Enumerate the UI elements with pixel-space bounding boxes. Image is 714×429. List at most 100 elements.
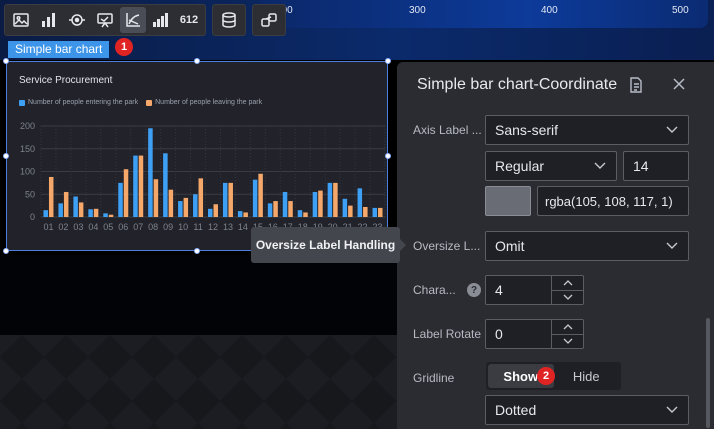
image-icon[interactable]	[8, 7, 34, 33]
y-tick-label: 0	[30, 212, 35, 222]
oversize-label: Oversize L...	[413, 239, 481, 253]
oversize-tooltip: Oversize Label Handling	[251, 227, 406, 263]
resize-handle-top[interactable]	[194, 58, 200, 64]
axis-chart-icon[interactable]	[120, 7, 146, 33]
bar-leaving	[63, 191, 69, 217]
x-tick-label: 09	[163, 222, 173, 232]
chevron-down-icon[interactable]	[552, 333, 583, 349]
legend-label-entering: Number of people entering the park	[28, 99, 139, 106]
bar-leaving	[273, 201, 278, 217]
help-icon[interactable]: ?	[467, 283, 481, 297]
bar-leaving	[243, 212, 248, 217]
label-rotate-stepper-arrows	[551, 320, 583, 348]
chevron-down-icon	[666, 126, 678, 133]
bar-entering	[357, 188, 363, 217]
chevron-up-icon[interactable]	[552, 320, 583, 334]
chevron-down-icon	[594, 162, 606, 169]
label-rotate-stepper[interactable]: 0	[485, 319, 584, 349]
document-icon[interactable]	[627, 76, 645, 94]
bar-entering	[297, 210, 303, 217]
y-tick-label: 100	[20, 167, 35, 177]
resize-handle-right[interactable]	[385, 153, 391, 159]
bar-entering	[252, 179, 258, 217]
x-tick-label: 14	[238, 222, 248, 232]
bar-entering	[58, 203, 63, 217]
legend-swatch-leaving	[146, 99, 153, 106]
font-size-input[interactable]: 14	[623, 151, 689, 181]
number-widget-label: 612	[179, 14, 199, 26]
resize-handle-left[interactable]	[3, 153, 9, 159]
axis-label-font-label: Axis Label ...	[413, 123, 482, 137]
screen-icon[interactable]	[92, 7, 118, 33]
chevron-up-icon[interactable]	[552, 276, 583, 290]
bar-entering	[148, 128, 153, 217]
bar-entering	[342, 198, 348, 217]
oversize-value: Omit	[495, 238, 525, 254]
toolbar-chart-group: 612	[4, 4, 206, 36]
resize-handle-top-right[interactable]	[385, 58, 391, 64]
font-family-select[interactable]: Sans-serif	[485, 115, 689, 145]
bar-entering	[133, 155, 138, 217]
number-widget-icon[interactable]: 612	[176, 7, 202, 33]
close-icon[interactable]	[671, 76, 687, 92]
bar-leaving	[258, 173, 263, 217]
bar-entering	[237, 211, 243, 217]
bar-entering	[327, 182, 333, 217]
component-toolbar: 612	[4, 4, 286, 36]
x-tick-label: 04	[88, 222, 98, 232]
x-tick-label: 10	[178, 222, 188, 232]
bar-entering	[118, 182, 123, 217]
bar-entering	[178, 201, 183, 217]
bar-entering	[208, 208, 213, 217]
target-icon[interactable]	[64, 7, 90, 33]
resize-handle-top-left[interactable]	[3, 58, 9, 64]
x-tick-label: 13	[223, 222, 233, 232]
panel-scrollbar[interactable]	[706, 318, 710, 428]
font-family-value: Sans-serif	[495, 122, 559, 138]
characters-stepper[interactable]: 4	[485, 275, 584, 305]
bar-leaving	[198, 178, 204, 217]
gridline-hide-option[interactable]: Hide	[554, 364, 620, 388]
stats-icon[interactable]	[148, 7, 174, 33]
legend-label-leaving: Number of people leaving the park	[155, 99, 263, 106]
characters-stepper-arrows	[551, 276, 583, 304]
label-rotate-label: Label Rotate	[413, 327, 482, 341]
canvas-axis-tick: 500	[672, 5, 689, 16]
label-rotate-value: 0	[495, 326, 503, 342]
bar-entering	[372, 207, 378, 217]
canvas-dark-area	[0, 255, 400, 335]
share-icon[interactable]	[256, 7, 282, 33]
panel-title: Simple bar chart-Coordinate	[417, 76, 618, 93]
bar-leaving	[348, 205, 353, 217]
bar-leaving	[378, 207, 383, 217]
bar-leaving	[168, 189, 174, 217]
bar-chart-widget[interactable]: Service Procurement Number of people ent…	[6, 61, 388, 251]
resize-handle-bottom[interactable]	[194, 248, 200, 254]
chevron-down-icon	[666, 242, 678, 249]
bar-leaving	[318, 190, 323, 217]
component-name-tag[interactable]: Simple bar chart	[8, 41, 110, 58]
x-tick-label: 12	[208, 222, 218, 232]
resize-handle-bottom-left[interactable]	[3, 248, 9, 254]
legend-item-leaving: Number of people leaving the park	[146, 99, 262, 106]
bar-entering	[222, 182, 228, 217]
bar-chart-icon[interactable]	[36, 7, 62, 33]
bar-entering	[312, 191, 318, 217]
bar-leaving	[288, 201, 293, 217]
coordinate-settings-panel: Simple bar chart-Coordinate Axis Label .…	[397, 62, 714, 429]
oversize-select[interactable]: Omit	[485, 231, 689, 261]
font-color-input[interactable]: rgba(105, 108, 117, 1)	[537, 186, 689, 216]
database-icon[interactable]	[216, 7, 242, 33]
gridline-style-value: Dotted	[495, 402, 537, 418]
bar-entering	[267, 203, 273, 217]
x-tick-label: 06	[118, 222, 128, 232]
gridline-label: Gridline	[413, 371, 455, 385]
font-color-swatch[interactable]	[485, 186, 531, 216]
bar-entering	[193, 194, 198, 217]
font-weight-select[interactable]: Regular	[485, 151, 617, 181]
gridline-style-select[interactable]: Dotted	[485, 395, 689, 425]
chevron-down-icon[interactable]	[552, 289, 583, 305]
canvas-axis-tick: 400	[541, 5, 558, 16]
x-tick-label: 03	[73, 222, 83, 232]
bar-leaving	[78, 202, 84, 217]
